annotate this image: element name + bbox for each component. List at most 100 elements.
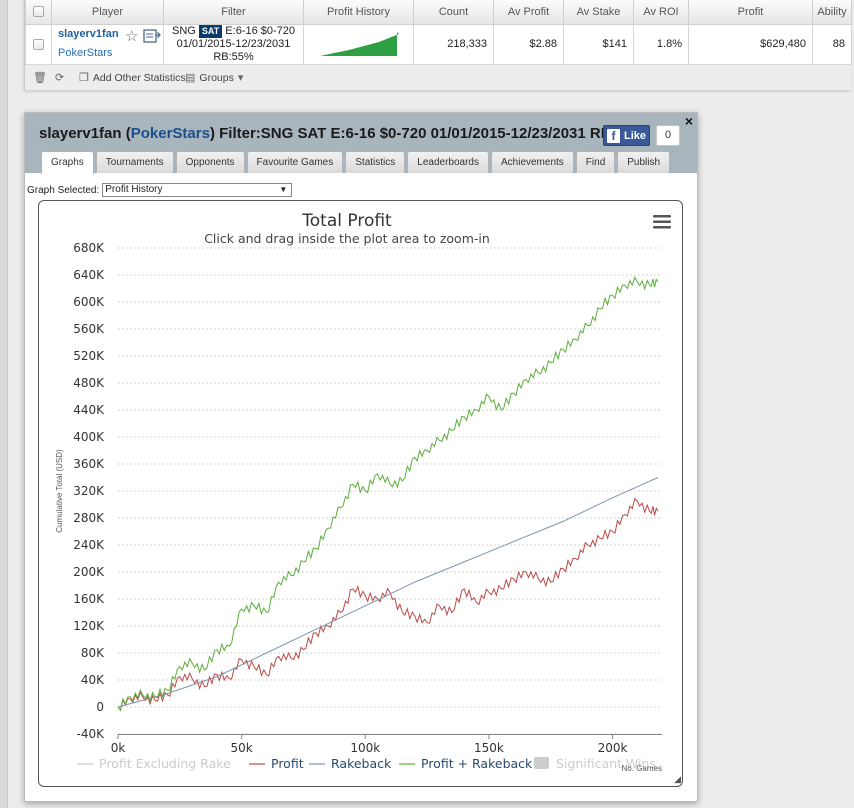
tab-publish[interactable]: Publish: [617, 151, 671, 173]
x-tick-label: 100k: [350, 741, 380, 755]
legend-item[interactable]: Profit: [249, 756, 304, 771]
add-note-icon[interactable]: [143, 28, 161, 44]
legend-item[interactable]: Profit Excluding Rake: [77, 756, 231, 771]
resize-grip-icon[interactable]: ◢: [674, 774, 681, 785]
tab-tournaments[interactable]: Tournaments: [95, 151, 174, 173]
x-axis-label: No. Games: [622, 764, 662, 773]
y-tick-label: 520K: [73, 349, 105, 363]
facebook-like-count: 0: [656, 125, 680, 146]
add-window-icon: ❐: [79, 72, 89, 84]
y-tick-label: 680K: [73, 241, 105, 255]
y-tick-label: 280K: [73, 511, 105, 525]
table-row: slayerv1fan PokerStars ☆ SNG SAT E:6-16 …: [25, 23, 852, 65]
legend-label: Rakeback: [331, 756, 392, 771]
facebook-like-button[interactable]: f Like: [603, 125, 650, 146]
profit-cell: $629,480: [688, 23, 813, 65]
filter-prefix: SNG: [171, 24, 196, 37]
stats-table: Player Filter Profit History Count Av Pr…: [25, 0, 852, 65]
legend-item[interactable]: Rakeback: [309, 756, 392, 771]
graph-select-row: Graph Selected: Profit History ▼: [27, 183, 293, 197]
tab-leaderboards[interactable]: Leaderboards: [407, 151, 489, 173]
series-line-profit-rakeback[interactable]: [117, 276, 659, 712]
y-tick-label: 320K: [73, 484, 105, 498]
sat-badge: SAT: [198, 24, 223, 38]
refresh-icon: ⟳: [55, 72, 65, 84]
col-header-count[interactable]: Count: [413, 0, 494, 25]
groups-label: Groups: [199, 71, 234, 84]
col-header-player[interactable]: Player: [51, 0, 164, 25]
x-tick-label: 150k: [474, 741, 504, 755]
title-site: PokerStars: [130, 125, 210, 142]
y-tick-label: 600K: [73, 295, 105, 309]
chevron-down-icon: ▾: [237, 72, 244, 84]
y-tick-label: 40K: [81, 673, 105, 687]
groups-dropdown[interactable]: ▤ Groups ▾: [185, 71, 244, 85]
tab-achievements[interactable]: Achievements: [490, 151, 574, 173]
x-tick-label: 0k: [111, 741, 126, 755]
y-tick-label: 240K: [73, 538, 105, 552]
chart-menu-icon[interactable]: [653, 215, 671, 229]
profit-history-cell[interactable]: [303, 23, 414, 65]
y-tick-label: 400K: [73, 430, 105, 444]
chart-gridlines: [118, 247, 662, 735]
refresh-button[interactable]: ⟳: [55, 71, 64, 84]
chart-container: -40K 0 40K 80K 120K 160K 200K 240K 280K 320K 360K 4…: [38, 200, 683, 787]
chart-series: [117, 276, 659, 712]
y-tick-label: 640K: [73, 268, 105, 282]
graph-selected-label: Graph Selected:: [27, 184, 100, 196]
player-name-link[interactable]: slayerv1fan: [58, 28, 119, 40]
col-header-profit[interactable]: Profit: [688, 0, 813, 25]
legend-swatch: [534, 757, 549, 769]
col-header-av-roi[interactable]: Av ROI: [633, 0, 689, 25]
chart-subtitle: Click and drag inside the plot area to z…: [204, 231, 490, 246]
legend-label: Profit Excluding Rake: [99, 756, 231, 771]
select-all-checkbox[interactable]: [33, 6, 44, 18]
series-line-profit[interactable]: [117, 497, 659, 712]
row-select-cell[interactable]: [25, 23, 52, 65]
add-other-statistics-button[interactable]: ❐ Add Other Statistics: [79, 71, 186, 85]
tab-opponents[interactable]: Opponents: [175, 151, 245, 173]
filter-dates: 01/01/2015-12/23/2031 RB:55%: [176, 37, 291, 63]
legend-label: Profit: [271, 756, 304, 771]
filter-cell[interactable]: SNG SAT E:6-16 $0-720 01/01/2015-12/23/2…: [163, 23, 304, 65]
table-header-row: Player Filter Profit History Count Av Pr…: [25, 0, 852, 25]
close-icon[interactable]: ×: [685, 113, 693, 129]
y-tick-label: 200K: [73, 565, 105, 579]
tab-graphs[interactable]: Graphs: [41, 151, 94, 174]
tab-statistics[interactable]: Statistics: [345, 151, 406, 173]
trash-button[interactable]: 🗑: [33, 71, 47, 84]
y-axis-label: Cumulative Total (USD): [55, 449, 64, 533]
player-site-link[interactable]: PokerStars: [58, 47, 112, 59]
facebook-icon: f: [607, 128, 620, 143]
col-header-filter[interactable]: Filter: [163, 0, 304, 25]
tab-find[interactable]: Find: [575, 151, 616, 173]
stats-panel: Player Filter Profit History Count Av Pr…: [24, 0, 852, 90]
player-cell: slayerv1fan PokerStars ☆: [51, 23, 164, 65]
left-rail: [0, 0, 8, 808]
y-tick-label: 160K: [73, 592, 105, 606]
trash-icon: 🗑: [33, 72, 47, 84]
chart-title: Total Profit: [301, 211, 392, 231]
col-header-ability[interactable]: Ability: [812, 0, 852, 25]
add-stats-label: Add Other Statistics: [92, 71, 186, 84]
save-icon: ▤: [185, 72, 196, 84]
player-graph-window: slayerv1fan (PokerStars) Filter:SNG SAT …: [24, 112, 698, 802]
row-checkbox[interactable]: [33, 38, 44, 50]
y-tick-label: 440K: [73, 403, 105, 417]
select-all-header[interactable]: [25, 0, 52, 25]
y-axis-ticks: -40K 0 40K 80K 120K 160K 200K 240K 280K 320K 360K 4…: [73, 241, 105, 741]
x-axis-ticks: 0k 50k 100k 150k 200k: [111, 734, 628, 755]
profit-chart[interactable]: -40K 0 40K 80K 120K 160K 200K 240K 280K 320K 360K 4…: [39, 201, 683, 787]
y-tick-label: 480K: [73, 376, 105, 390]
col-header-av-stake[interactable]: Av Stake: [563, 0, 634, 25]
legend-item[interactable]: Profit + Rakeback: [399, 756, 533, 771]
col-header-av-profit[interactable]: Av Profit: [493, 0, 564, 25]
col-header-profit-history[interactable]: Profit History: [303, 0, 414, 25]
tab-favourite-games[interactable]: Favourite Games: [246, 151, 344, 173]
series-line-rakeback[interactable]: [117, 477, 659, 708]
graph-select-dropdown[interactable]: Profit History ▼: [102, 183, 293, 197]
table-toolbar: 🗑 ⟳ ❐ Add Other Statistics ▤ Groups ▾: [25, 64, 851, 90]
title-paren-open: (: [121, 125, 131, 142]
star-icon[interactable]: ☆: [125, 29, 138, 44]
y-tick-label: 0: [96, 700, 104, 714]
